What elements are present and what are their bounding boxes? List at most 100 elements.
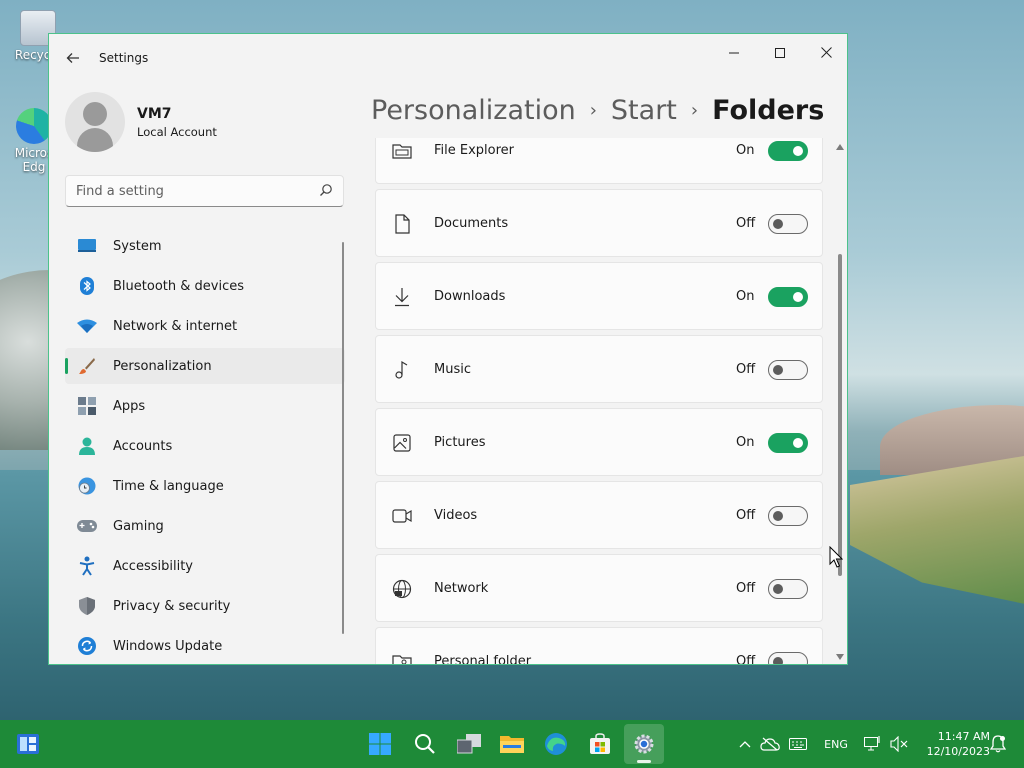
mouse-cursor-icon: [829, 546, 843, 568]
widgets-button[interactable]: [8, 724, 48, 764]
back-button[interactable]: [61, 46, 85, 70]
search-icon[interactable]: [319, 183, 333, 197]
toggle-videos[interactable]: [768, 506, 808, 526]
notification-bell-icon: [990, 735, 1006, 753]
sidebar-item-personalization[interactable]: Personalization: [65, 348, 345, 384]
sidebar-item-accounts[interactable]: Accounts: [65, 428, 345, 464]
close-button[interactable]: [803, 38, 847, 70]
document-icon: [395, 214, 410, 234]
sidebar-item-windows-update[interactable]: Windows Update: [65, 628, 345, 664]
scrollbar-thumb[interactable]: [838, 254, 842, 576]
toggle-personal-folder[interactable]: [768, 652, 808, 664]
settings-window: Settings VM7 Local Account System: [48, 33, 848, 665]
language-label: ENG: [824, 737, 848, 751]
language-indicator[interactable]: ENG: [818, 734, 854, 754]
sidebar-scrollbar[interactable]: [342, 242, 344, 634]
toggle-file-explorer[interactable]: [768, 141, 808, 161]
minimize-button[interactable]: [711, 38, 757, 70]
sidebar-item-label: Accounts: [113, 438, 173, 454]
page-title: Folders: [712, 94, 825, 126]
toggle-music[interactable]: [768, 360, 808, 380]
app-title: Settings: [99, 51, 149, 65]
sidebar-item-network[interactable]: Network & internet: [65, 308, 345, 344]
clock-date: 12/10/2023: [926, 745, 990, 758]
folder-row-network: Network Off: [375, 554, 823, 622]
globe-clock-icon: [77, 476, 97, 496]
maximize-icon: [775, 48, 785, 58]
avatar[interactable]: [65, 92, 125, 152]
settings-taskbar-button[interactable]: [624, 724, 664, 764]
toggle-state-label: Off: [736, 216, 756, 231]
folder-label: Network: [434, 581, 489, 596]
sidebar-item-gaming[interactable]: Gaming: [65, 508, 345, 544]
sidebar-item-label: Apps: [113, 398, 146, 414]
system-icon: [77, 236, 97, 256]
folders-list: File Explorer On Documents Off Downloads…: [375, 138, 823, 664]
back-arrow-icon: [66, 53, 79, 63]
shield-icon: [77, 596, 97, 616]
toggle-state-label: Off: [736, 654, 756, 664]
task-view-button[interactable]: [449, 724, 489, 764]
folder-label: Videos: [434, 508, 478, 523]
sidebar-item-label: Windows Update: [113, 638, 223, 654]
maximize-button[interactable]: [757, 38, 803, 70]
sidebar-item-accessibility[interactable]: Accessibility: [65, 548, 345, 584]
start-button[interactable]: [360, 724, 400, 764]
account-type: Local Account: [137, 125, 217, 139]
search-taskbar-button[interactable]: [405, 724, 445, 764]
video-icon: [392, 509, 412, 523]
folder-label: Personal folder: [434, 654, 532, 664]
folder-row-personal-folder: Personal folder Off: [375, 627, 823, 664]
scroll-down-arrow-icon[interactable]: [836, 654, 844, 660]
sidebar-nav: System Bluetooth & devices Network & int…: [65, 228, 345, 664]
search-input[interactable]: [66, 176, 306, 206]
file-explorer-icon: [392, 144, 412, 159]
edge-taskbar-button[interactable]: [536, 724, 576, 764]
sidebar-item-bluetooth[interactable]: Bluetooth & devices: [65, 268, 345, 304]
folder-row-file-explorer: File Explorer On: [375, 138, 823, 184]
speaker-muted-icon: [890, 736, 908, 752]
file-explorer-taskbar-button[interactable]: [492, 724, 532, 764]
sidebar-item-label: Gaming: [113, 518, 164, 534]
search-box[interactable]: [65, 175, 344, 207]
store-icon: [590, 733, 610, 754]
windows-logo-icon: [369, 733, 391, 755]
toggle-network[interactable]: [768, 579, 808, 599]
music-icon: [395, 360, 408, 379]
title-bar[interactable]: Settings: [49, 34, 847, 82]
keyboard-tray-button[interactable]: [788, 734, 808, 754]
toggle-documents[interactable]: [768, 214, 808, 234]
cloud-offline-icon: [760, 737, 780, 751]
taskbar-clock[interactable]: 11:47 AM 12/10/2023: [914, 729, 990, 759]
sidebar-item-time-language[interactable]: Time & language: [65, 468, 345, 504]
search-icon: [415, 734, 435, 754]
scroll-up-arrow-icon[interactable]: [836, 144, 844, 150]
sidebar-item-system[interactable]: System: [65, 228, 345, 264]
clock-time: 11:47 AM: [937, 730, 990, 743]
picture-icon: [393, 434, 411, 452]
sidebar-item-apps[interactable]: Apps: [65, 388, 345, 424]
network-globe-icon: [392, 579, 412, 599]
show-hidden-icons-button[interactable]: [738, 734, 752, 754]
volume-tray-button[interactable]: [888, 734, 910, 754]
breadcrumb-start[interactable]: Start: [611, 95, 677, 126]
breadcrumb-personalization[interactable]: Personalization: [371, 95, 576, 126]
toggle-state-label: On: [736, 435, 755, 450]
toggle-state-label: Off: [736, 581, 756, 596]
store-taskbar-button[interactable]: [580, 724, 620, 764]
sidebar-item-label: Accessibility: [113, 558, 193, 574]
bluetooth-icon: [77, 276, 97, 296]
onedrive-tray-button[interactable]: [760, 734, 780, 754]
notifications-button[interactable]: [988, 734, 1008, 754]
accessibility-icon: [77, 556, 97, 576]
sidebar-item-label: Time & language: [113, 478, 224, 494]
avatar-body: [77, 128, 113, 152]
network-tray-button[interactable]: [862, 734, 884, 754]
edge-icon: [545, 733, 567, 755]
sidebar-item-label: Privacy & security: [113, 598, 231, 614]
minimize-icon: [729, 52, 739, 54]
toggle-downloads[interactable]: [768, 287, 808, 307]
toggle-pictures[interactable]: [768, 433, 808, 453]
content-scrollbar[interactable]: [835, 144, 845, 664]
sidebar-item-privacy[interactable]: Privacy & security: [65, 588, 345, 624]
